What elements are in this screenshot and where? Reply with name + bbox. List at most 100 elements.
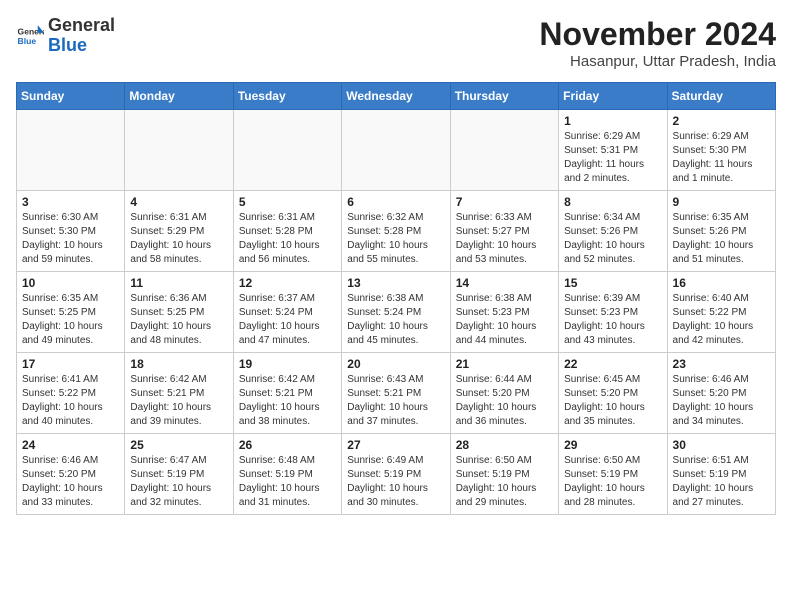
calendar-cell: 14 Sunrise: 6:38 AM Sunset: 5:23 PM Dayli… (450, 272, 558, 353)
day-info: Sunrise: 6:51 AM Sunset: 5:19 PM Dayligh… (673, 454, 770, 510)
calendar-cell (17, 110, 125, 191)
calendar-cell (233, 110, 341, 191)
day-number: 25 (130, 438, 227, 452)
day-number: 13 (347, 276, 444, 290)
calendar-cell: 23 Sunrise: 6:46 AM Sunset: 5:20 PM Dayli… (667, 353, 775, 434)
day-info: Sunrise: 6:29 AM Sunset: 5:31 PM Dayligh… (564, 130, 661, 186)
day-number: 14 (456, 276, 553, 290)
day-info: Sunrise: 6:46 AM Sunset: 5:20 PM Dayligh… (673, 373, 770, 429)
day-number: 19 (239, 357, 336, 371)
calendar-cell: 9Sunrise: 6:35 AM Sunset: 5:26 PM Daylig… (667, 191, 775, 272)
calendar-cell: 28 Sunrise: 6:50 AM Sunset: 5:19 PM Dayli… (450, 434, 558, 515)
calendar-cell: 27 Sunrise: 6:49 AM Sunset: 5:19 PM Dayli… (342, 434, 450, 515)
day-number: 2 (673, 114, 770, 128)
day-number: 10 (22, 276, 119, 290)
weekday-header-tuesday: Tuesday (233, 83, 341, 110)
calendar-cell: 26Sunrise: 6:48 AM Sunset: 5:19 PM Dayli… (233, 434, 341, 515)
day-number: 16 (673, 276, 770, 290)
day-info: Sunrise: 6:34 AM Sunset: 5:26 PM Dayligh… (564, 211, 661, 267)
day-info: Sunrise: 6:42 AM Sunset: 5:21 PM Dayligh… (130, 373, 227, 429)
day-info: Sunrise: 6:29 AM Sunset: 5:30 PM Dayligh… (673, 130, 770, 186)
day-number: 12 (239, 276, 336, 290)
day-number: 15 (564, 276, 661, 290)
day-number: 20 (347, 357, 444, 371)
day-info: Sunrise: 6:44 AM Sunset: 5:20 PM Dayligh… (456, 373, 553, 429)
calendar-cell: 5Sunrise: 6:31 AM Sunset: 5:28 PM Daylig… (233, 191, 341, 272)
weekday-header-thursday: Thursday (450, 83, 558, 110)
svg-text:Blue: Blue (18, 36, 37, 46)
day-info: Sunrise: 6:50 AM Sunset: 5:19 PM Dayligh… (456, 454, 553, 510)
day-info: Sunrise: 6:30 AM Sunset: 5:30 PM Dayligh… (22, 211, 119, 267)
day-number: 3 (22, 195, 119, 209)
day-number: 30 (673, 438, 770, 452)
calendar-cell: 18 Sunrise: 6:42 AM Sunset: 5:21 PM Dayli… (125, 353, 233, 434)
day-info: Sunrise: 6:35 AM Sunset: 5:26 PM Dayligh… (673, 211, 770, 267)
weekday-header-row: SundayMondayTuesdayWednesdayThursdayFrid… (17, 83, 776, 110)
week-row-1: 1Sunrise: 6:29 AM Sunset: 5:31 PM Daylig… (17, 110, 776, 191)
day-info: Sunrise: 6:37 AM Sunset: 5:24 PM Dayligh… (239, 292, 336, 348)
day-number: 11 (130, 276, 227, 290)
calendar-cell: 16 Sunrise: 6:40 AM Sunset: 5:22 PM Dayli… (667, 272, 775, 353)
day-number: 7 (456, 195, 553, 209)
day-info: Sunrise: 6:40 AM Sunset: 5:22 PM Dayligh… (673, 292, 770, 348)
calendar-cell: 10 Sunrise: 6:35 AM Sunset: 5:25 PM Dayli… (17, 272, 125, 353)
day-info: Sunrise: 6:31 AM Sunset: 5:29 PM Dayligh… (130, 211, 227, 267)
day-info: Sunrise: 6:38 AM Sunset: 5:23 PM Dayligh… (456, 292, 553, 348)
day-info: Sunrise: 6:49 AM Sunset: 5:19 PM Dayligh… (347, 454, 444, 510)
calendar-cell (125, 110, 233, 191)
calendar-cell: 25 Sunrise: 6:47 AM Sunset: 5:19 PM Dayli… (125, 434, 233, 515)
logo-blue-text: Blue (48, 35, 87, 55)
calendar-cell: 15 Sunrise: 6:39 AM Sunset: 5:23 PM Dayli… (559, 272, 667, 353)
day-info: Sunrise: 6:35 AM Sunset: 5:25 PM Dayligh… (22, 292, 119, 348)
day-number: 4 (130, 195, 227, 209)
weekday-header-saturday: Saturday (667, 83, 775, 110)
calendar-cell: 19 Sunrise: 6:42 AM Sunset: 5:21 PM Dayli… (233, 353, 341, 434)
day-number: 27 (347, 438, 444, 452)
day-number: 6 (347, 195, 444, 209)
day-info: Sunrise: 6:39 AM Sunset: 5:23 PM Dayligh… (564, 292, 661, 348)
calendar-cell: 22 Sunrise: 6:45 AM Sunset: 5:20 PM Dayli… (559, 353, 667, 434)
week-row-2: 3 Sunrise: 6:30 AM Sunset: 5:30 PM Daylig… (17, 191, 776, 272)
calendar-cell: 20 Sunrise: 6:43 AM Sunset: 5:21 PM Dayli… (342, 353, 450, 434)
day-number: 28 (456, 438, 553, 452)
weekday-header-sunday: Sunday (17, 83, 125, 110)
calendar-cell: 12 Sunrise: 6:37 AM Sunset: 5:24 PM Dayli… (233, 272, 341, 353)
day-info: Sunrise: 6:47 AM Sunset: 5:19 PM Dayligh… (130, 454, 227, 510)
calendar-cell (342, 110, 450, 191)
title-area: November 2024 Hasanpur, Uttar Pradesh, I… (539, 16, 776, 70)
calendar-cell: 2 Sunrise: 6:29 AM Sunset: 5:30 PM Daylig… (667, 110, 775, 191)
day-info: Sunrise: 6:33 AM Sunset: 5:27 PM Dayligh… (456, 211, 553, 267)
page-header: General Blue General Blue November 2024 … (16, 16, 776, 70)
day-info: Sunrise: 6:38 AM Sunset: 5:24 PM Dayligh… (347, 292, 444, 348)
week-row-3: 10 Sunrise: 6:35 AM Sunset: 5:25 PM Dayli… (17, 272, 776, 353)
day-number: 18 (130, 357, 227, 371)
calendar-cell: 1Sunrise: 6:29 AM Sunset: 5:31 PM Daylig… (559, 110, 667, 191)
day-info: Sunrise: 6:31 AM Sunset: 5:28 PM Dayligh… (239, 211, 336, 267)
calendar-table: SundayMondayTuesdayWednesdayThursdayFrid… (16, 82, 776, 515)
calendar-cell (450, 110, 558, 191)
day-number: 8 (564, 195, 661, 209)
day-info: Sunrise: 6:43 AM Sunset: 5:21 PM Dayligh… (347, 373, 444, 429)
calendar-cell: 8 Sunrise: 6:34 AM Sunset: 5:26 PM Daylig… (559, 191, 667, 272)
location-subtitle: Hasanpur, Uttar Pradesh, India (539, 53, 776, 70)
week-row-4: 17Sunrise: 6:41 AM Sunset: 5:22 PM Dayli… (17, 353, 776, 434)
calendar-cell: 29 Sunrise: 6:50 AM Sunset: 5:19 PM Dayli… (559, 434, 667, 515)
logo-icon: General Blue (16, 22, 44, 50)
weekday-header-monday: Monday (125, 83, 233, 110)
day-info: Sunrise: 6:36 AM Sunset: 5:25 PM Dayligh… (130, 292, 227, 348)
day-info: Sunrise: 6:45 AM Sunset: 5:20 PM Dayligh… (564, 373, 661, 429)
calendar-cell: 6Sunrise: 6:32 AM Sunset: 5:28 PM Daylig… (342, 191, 450, 272)
day-info: Sunrise: 6:42 AM Sunset: 5:21 PM Dayligh… (239, 373, 336, 429)
calendar-cell: 7 Sunrise: 6:33 AM Sunset: 5:27 PM Daylig… (450, 191, 558, 272)
day-info: Sunrise: 6:48 AM Sunset: 5:19 PM Dayligh… (239, 454, 336, 510)
weekday-header-friday: Friday (559, 83, 667, 110)
weekday-header-wednesday: Wednesday (342, 83, 450, 110)
day-number: 21 (456, 357, 553, 371)
calendar-cell: 21 Sunrise: 6:44 AM Sunset: 5:20 PM Dayli… (450, 353, 558, 434)
day-info: Sunrise: 6:41 AM Sunset: 5:22 PM Dayligh… (22, 373, 119, 429)
day-number: 22 (564, 357, 661, 371)
day-number: 23 (673, 357, 770, 371)
day-info: Sunrise: 6:50 AM Sunset: 5:19 PM Dayligh… (564, 454, 661, 510)
calendar-cell: 3 Sunrise: 6:30 AM Sunset: 5:30 PM Daylig… (17, 191, 125, 272)
day-number: 29 (564, 438, 661, 452)
